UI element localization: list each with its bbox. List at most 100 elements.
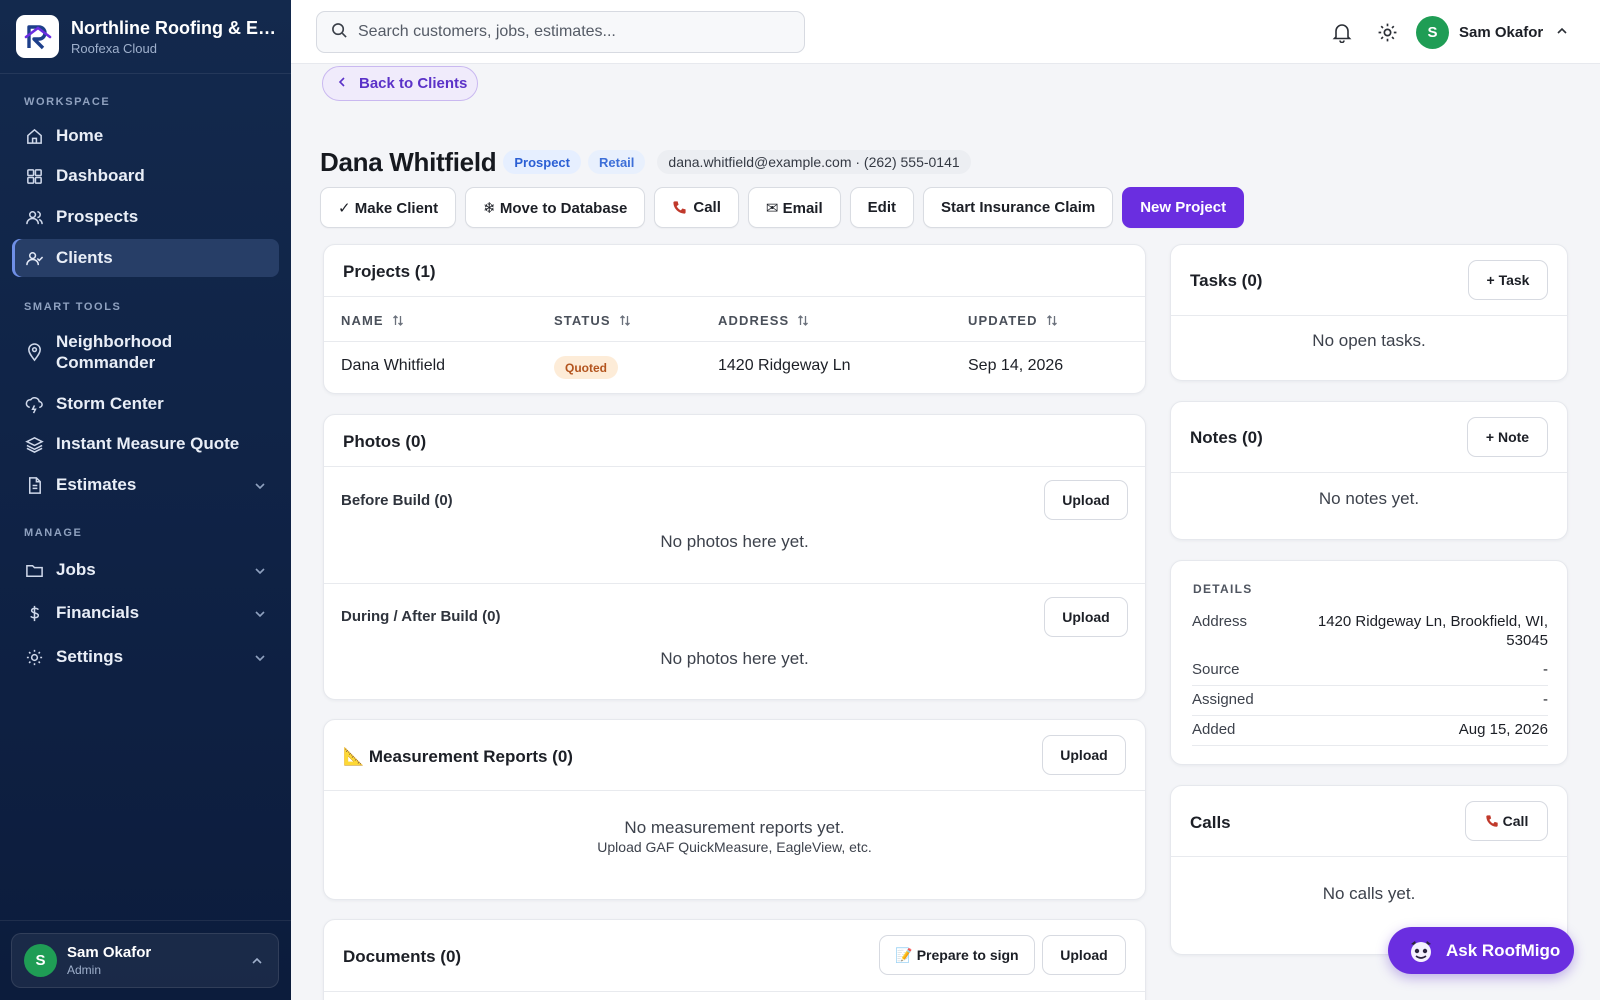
sort-icon (1046, 314, 1058, 327)
sidebar: Northline Roofing & Ex... Roofexa Cloud … (0, 0, 291, 1000)
chevron-down-icon (253, 563, 267, 583)
sidebar-item-jobs[interactable]: Jobs (12, 551, 279, 589)
start-insurance-claim-button[interactable]: Start Insurance Claim (923, 187, 1114, 228)
phone-icon (1485, 814, 1499, 828)
home-icon (24, 126, 44, 146)
gear-icon[interactable] (1375, 20, 1399, 44)
added-label: Added (1192, 721, 1236, 738)
make-client-button[interactable]: ✓ Make Client (320, 187, 457, 228)
during-build-label: During / After Build (0) (341, 608, 501, 625)
measurement-empty: No measurement reports yet. (624, 818, 845, 837)
ask-roofmigo-button[interactable]: Ask RoofMigo (1388, 927, 1574, 974)
column-header-updated[interactable]: UPDATED (968, 313, 1058, 328)
sort-icon (392, 314, 404, 327)
back-to-clients-button[interactable]: Back to Clients (322, 66, 478, 101)
section-label-workspace: WORKSPACE (24, 96, 111, 108)
search-icon (331, 22, 348, 42)
before-build-label: Before Build (0) (341, 492, 453, 509)
before-build-empty: No photos here yet. (660, 532, 809, 551)
column-header-address[interactable]: ADDRESS (718, 313, 809, 328)
chevron-down-icon (253, 650, 267, 670)
sidebar-item-settings[interactable]: Settings (12, 638, 279, 676)
column-header-name[interactable]: NAME (341, 313, 404, 328)
measurement-reports-card: 📐 Measurement Reports (0) Upload No meas… (323, 719, 1146, 900)
chevron-up-icon (1555, 24, 1569, 41)
chevron-down-icon (253, 478, 267, 498)
section-label-smart-tools: SMART TOOLS (24, 301, 122, 313)
prepare-to-sign-button[interactable]: 📝 Prepare to sign (879, 935, 1035, 975)
tasks-card: Tasks (0) + Task No open tasks. (1170, 244, 1568, 381)
upload-measurement-button[interactable]: Upload (1042, 735, 1126, 775)
sidebar-item-label-line2: Commander (56, 353, 156, 372)
edit-button[interactable]: Edit (849, 187, 914, 228)
avatar: S (24, 944, 57, 977)
client-header: Dana Whitfield Prospect Retail dana.whit… (320, 142, 971, 182)
sidebar-item-clients[interactable]: Clients (12, 239, 279, 277)
chevron-up-icon (250, 954, 264, 971)
projects-title: Projects (1) (343, 262, 436, 281)
photos-card: Photos (0) Before Build (0) Upload No ph… (323, 414, 1146, 700)
sidebar-item-label: Estimates (56, 475, 137, 494)
email-button[interactable]: ✉ Email (747, 187, 841, 228)
divider (324, 466, 1145, 467)
column-header-label: NAME (341, 313, 384, 328)
address-label: Address (1192, 613, 1248, 630)
brand[interactable]: Northline Roofing & Ex... Roofexa Cloud (0, 0, 291, 74)
sidebar-item-home[interactable]: Home (12, 117, 279, 155)
notes-card: Notes (0) + Note No notes yet. (1170, 401, 1568, 540)
sidebar-item-estimates[interactable]: Estimates (12, 466, 279, 504)
user-menu[interactable]: S Sam Okafor (1416, 15, 1569, 49)
users-icon (24, 207, 44, 227)
call-button-label: Call (1502, 813, 1529, 829)
divider (324, 341, 1145, 342)
upload-before-button[interactable]: Upload (1044, 480, 1128, 520)
log-call-button[interactable]: Call (1465, 801, 1548, 841)
sidebar-user-menu[interactable]: S Sam Okafor Admin (11, 933, 279, 988)
sidebar-item-label: Financials (56, 603, 140, 622)
bell-icon[interactable] (1330, 20, 1354, 44)
status-badge: Quoted (554, 356, 618, 379)
user-check-icon (24, 248, 44, 268)
project-updated: Sep 14, 2026 (968, 357, 1064, 374)
divider (324, 296, 1145, 297)
add-task-button[interactable]: + Task (1468, 260, 1548, 300)
add-note-button[interactable]: + Note (1467, 417, 1548, 457)
call-button[interactable]: Call (654, 187, 739, 228)
sidebar-item-label-line1: Neighborhood (56, 332, 173, 351)
sidebar-item-label: Home (56, 126, 104, 145)
ask-roofmigo-label: Ask RoofMigo (1446, 940, 1561, 960)
divider (1171, 315, 1567, 316)
documents-card: Documents (0) 📝 Prepare to sign Upload (323, 919, 1146, 1000)
footer-user-name: Sam Okafor (67, 944, 152, 961)
sidebar-item-dashboard[interactable]: Dashboard (12, 157, 279, 195)
divider (1171, 856, 1567, 857)
upload-document-button[interactable]: Upload (1042, 935, 1126, 975)
column-header-label: ADDRESS (718, 313, 790, 328)
brand-name: Northline Roofing & Ex... (71, 17, 275, 38)
chevron-left-icon (337, 75, 347, 92)
sidebar-item-neighborhood-commander[interactable]: Neighborhood Commander (12, 323, 279, 381)
divider (324, 583, 1145, 584)
source-value: - (1543, 661, 1548, 678)
calls-title: Calls (1190, 813, 1231, 832)
new-project-button[interactable]: New Project (1122, 187, 1245, 228)
sidebar-item-label: Storm Center (56, 394, 164, 413)
column-header-status[interactable]: STATUS (554, 313, 631, 328)
status-badge: Prospect (503, 150, 581, 174)
move-to-database-button[interactable]: ❄ Move to Database (465, 187, 646, 228)
sidebar-item-storm-center[interactable]: Storm Center (12, 385, 279, 423)
upload-during-button[interactable]: Upload (1044, 597, 1128, 637)
search-box[interactable] (316, 11, 805, 53)
divider (1171, 472, 1567, 473)
chevron-down-icon (253, 606, 267, 626)
footer-user-role: Admin (67, 963, 102, 977)
sidebar-item-label: Settings (56, 647, 124, 666)
sidebar-item-instant-measure-quote[interactable]: Instant Measure Quote (12, 425, 279, 463)
measurement-empty-hint: Upload GAF QuickMeasure, EagleView, etc. (597, 839, 872, 855)
column-header-label: STATUS (554, 313, 611, 328)
page-title: Dana Whitfield (320, 146, 497, 177)
sidebar-item-prospects[interactable]: Prospects (12, 198, 279, 236)
sidebar-item-financials[interactable]: Financials (12, 594, 279, 632)
search-input[interactable] (358, 23, 788, 41)
dashboard-icon (24, 166, 44, 186)
